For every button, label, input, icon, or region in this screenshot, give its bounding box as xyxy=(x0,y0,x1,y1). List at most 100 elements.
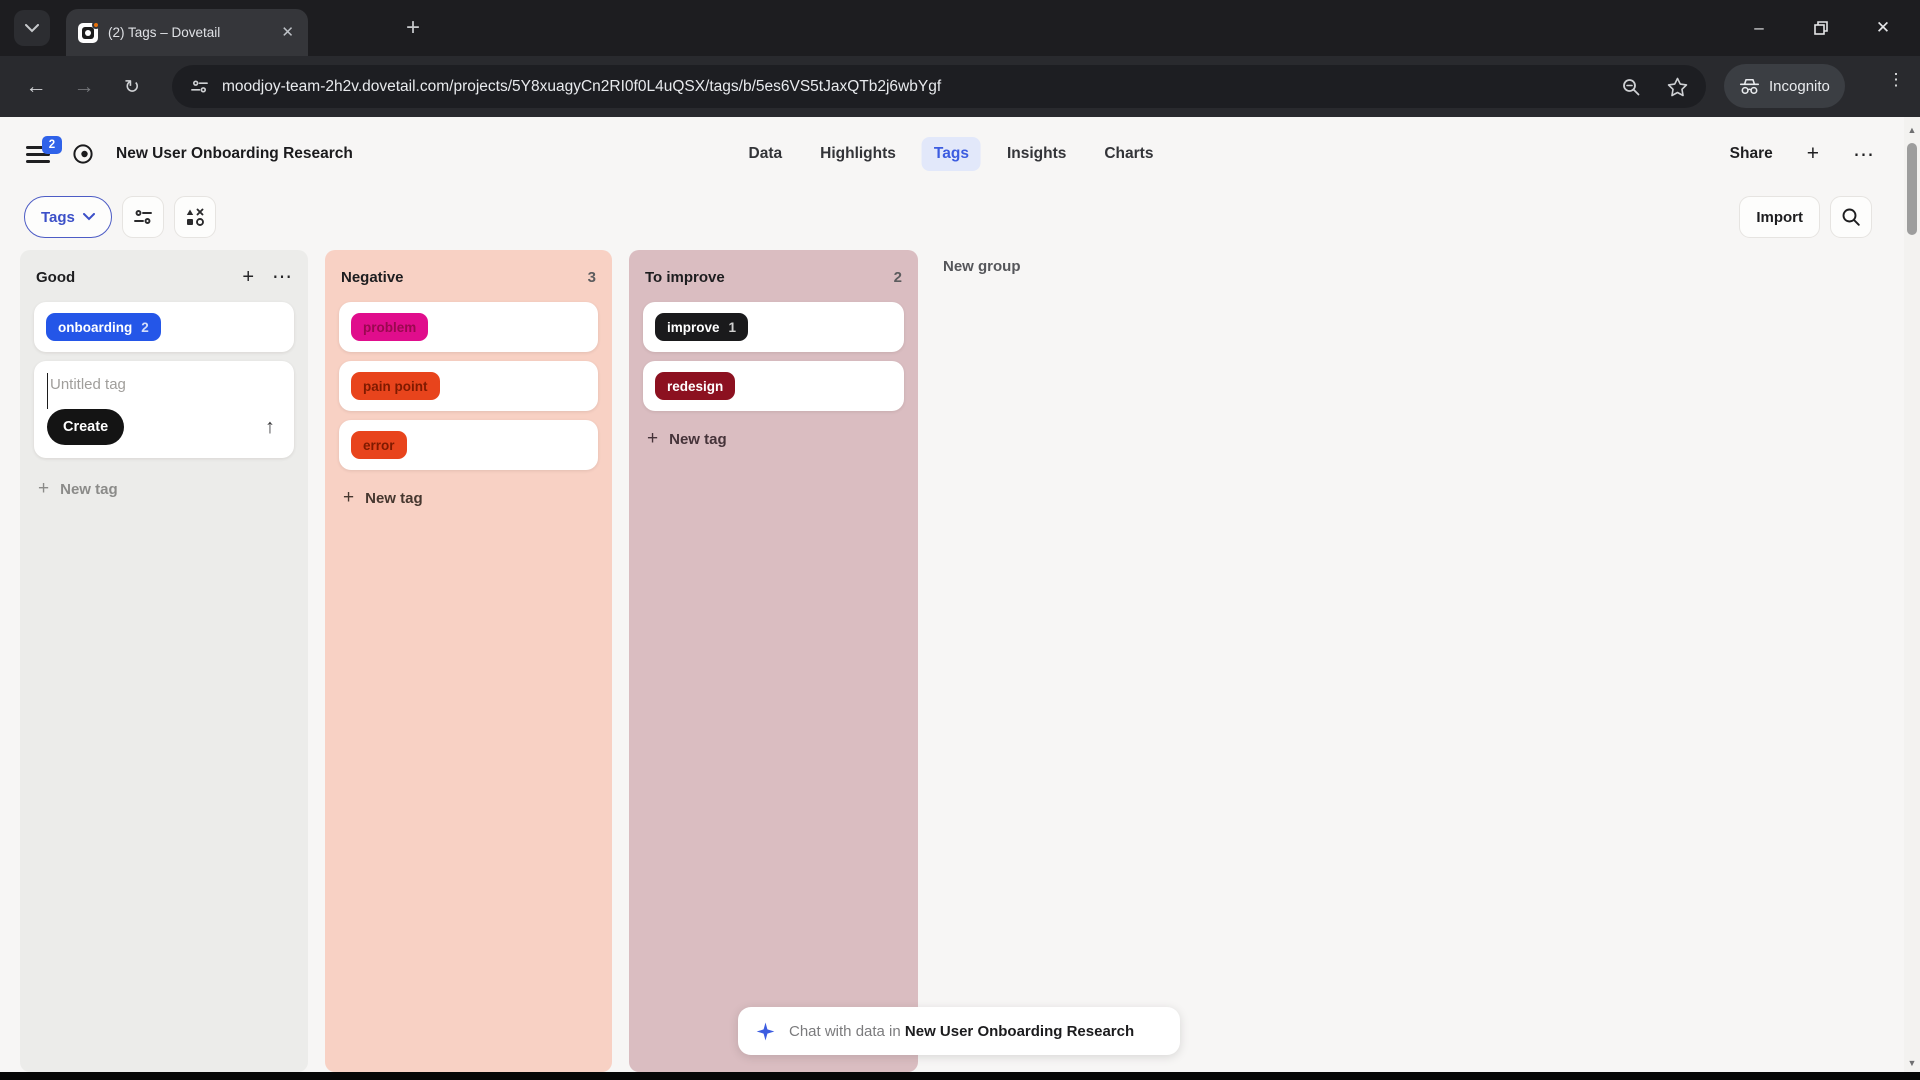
board-toolbar: Tags Import xyxy=(0,196,1904,240)
scroll-up-arrow[interactable]: ▲ xyxy=(1904,125,1920,135)
incognito-badge: Incognito xyxy=(1724,64,1845,108)
tag-label: onboarding xyxy=(58,319,133,335)
chevron-down-icon xyxy=(25,23,39,32)
restore-icon xyxy=(1814,21,1828,35)
minimize-button[interactable]: – xyxy=(1728,0,1790,56)
browser-tab[interactable]: (2) Tags – Dovetail ✕ xyxy=(66,9,308,56)
group-count: 3 xyxy=(587,268,596,286)
add-tag-icon[interactable]: + xyxy=(242,267,254,287)
group-name: Negative xyxy=(341,268,404,286)
browser-menu-icon[interactable]: ⋮ xyxy=(1884,70,1908,90)
search-button[interactable] xyxy=(1830,196,1872,238)
notification-dot xyxy=(92,20,100,29)
tag-pill-redesign[interactable]: redesign xyxy=(655,372,736,400)
tag-label: error xyxy=(363,437,395,453)
shapes-icon xyxy=(186,208,204,226)
nav-tab-highlights[interactable]: Highlights xyxy=(808,137,908,171)
dovetail-favicon xyxy=(78,20,100,43)
tab-search-button[interactable] xyxy=(14,10,50,46)
tag-card[interactable]: redesign xyxy=(643,361,904,411)
tag-label: problem xyxy=(363,319,417,335)
restore-button[interactable] xyxy=(1790,0,1852,56)
group-count: 2 xyxy=(893,268,902,286)
group-name: To improve xyxy=(645,268,725,286)
import-label: Import xyxy=(1756,208,1803,226)
forward-button[interactable]: → xyxy=(70,73,98,101)
tag-pill-pain-point[interactable]: pain point xyxy=(351,372,440,400)
nav-tab-charts[interactable]: Charts xyxy=(1092,137,1165,171)
screen-bottom-edge xyxy=(0,1072,1920,1080)
app-header: 2 New User Onboarding Research Data High… xyxy=(0,117,1904,191)
new-tag-label: New tag xyxy=(365,489,423,507)
site-settings-icon[interactable] xyxy=(190,77,209,96)
plus-icon: + xyxy=(343,487,355,508)
more-options-icon[interactable]: ⋯ xyxy=(1853,142,1874,167)
tag-group-negative: Negative 3 problem pain point error + Ne… xyxy=(325,250,612,1072)
display-settings-button[interactable] xyxy=(121,196,164,238)
project-title: New User Onboarding Research xyxy=(116,145,353,162)
new-tag-label: New tag xyxy=(669,430,727,448)
group-name: Good xyxy=(36,268,76,286)
tag-pill-problem[interactable]: problem xyxy=(351,313,429,341)
new-tag-button-to-improve[interactable]: + New tag xyxy=(643,420,904,458)
create-button[interactable]: Create xyxy=(47,409,125,445)
url-text: moodjoy-team-2h2v.dovetail.com/projects/… xyxy=(222,77,942,95)
share-button[interactable]: Share xyxy=(1730,145,1773,163)
reload-button[interactable]: ↻ xyxy=(118,73,146,101)
view-selector-dropdown[interactable]: Tags xyxy=(24,196,112,238)
plus-icon: + xyxy=(38,478,50,499)
scroll-down-arrow[interactable]: ▼ xyxy=(1904,1058,1920,1068)
chat-project-name: New User Onboarding Research xyxy=(904,1022,1135,1040)
sparkle-icon xyxy=(756,1021,775,1041)
tag-card[interactable]: improve 1 xyxy=(643,302,904,352)
tag-card[interactable]: onboarding 2 xyxy=(34,302,294,352)
nav-tab-insights[interactable]: Insights xyxy=(995,137,1078,171)
browser-titlebar: (2) Tags – Dovetail ✕ + – ✕ xyxy=(0,0,1920,56)
tag-card[interactable]: problem xyxy=(339,302,598,352)
incognito-icon xyxy=(1739,78,1760,94)
project-icon xyxy=(73,144,93,164)
tag-pill-onboarding[interactable]: onboarding 2 xyxy=(46,313,161,341)
new-tag-label: New tag xyxy=(60,480,118,498)
chat-with-data-bar[interactable]: Chat with data in New User Onboarding Re… xyxy=(738,1007,1180,1055)
tag-pill-error[interactable]: error xyxy=(351,431,407,459)
project-nav: Data Highlights Tags Insights Charts xyxy=(737,117,1166,191)
import-button[interactable]: Import xyxy=(1739,196,1820,238)
submit-arrow-icon[interactable]: ↑ xyxy=(265,416,281,439)
group-more-icon[interactable]: ⋯ xyxy=(272,267,292,287)
main-menu-button[interactable]: 2 xyxy=(26,135,62,163)
back-button[interactable]: ← xyxy=(22,73,50,101)
tab-close-icon[interactable]: ✕ xyxy=(279,23,296,42)
view-selector-label: Tags xyxy=(41,208,75,226)
address-bar[interactable]: moodjoy-team-2h2v.dovetail.com/projects/… xyxy=(172,65,1706,108)
zoom-page-icon[interactable] xyxy=(1621,77,1641,97)
chat-prefix: Chat with data in xyxy=(789,1022,901,1040)
untitled-tag-input[interactable] xyxy=(47,373,281,409)
bookmark-star-icon[interactable] xyxy=(1667,77,1688,97)
scrollbar-thumb[interactable] xyxy=(1907,143,1917,235)
tab-title: (2) Tags – Dovetail xyxy=(108,25,221,40)
new-tag-editor[interactable]: Create ↑ xyxy=(34,361,294,458)
new-group-button[interactable]: New group xyxy=(943,258,1021,275)
search-icon xyxy=(1842,208,1860,226)
new-tab-button[interactable]: + xyxy=(398,13,428,43)
menu-badge: 2 xyxy=(42,135,62,154)
new-tag-button-negative[interactable]: + New tag xyxy=(339,479,598,517)
close-button[interactable]: ✕ xyxy=(1852,0,1914,56)
new-tag-button-good[interactable]: + New tag xyxy=(34,470,294,508)
add-icon[interactable]: + xyxy=(1807,142,1819,166)
tag-group-to-improve: To improve 2 improve 1 redesign + New ta… xyxy=(629,250,918,1072)
tag-card[interactable]: pain point xyxy=(339,361,598,411)
window-controls: – ✕ xyxy=(1728,0,1914,56)
page-scrollbar[interactable]: ▲ ▼ xyxy=(1904,117,1920,1080)
tag-label: redesign xyxy=(667,378,724,394)
nav-tab-tags[interactable]: Tags xyxy=(921,137,981,171)
nav-tab-data[interactable]: Data xyxy=(737,137,795,171)
sort-group-button[interactable] xyxy=(173,196,216,238)
browser-url-row: ← → ↻ moodjoy-team-2h2v.dovetail.com/pro… xyxy=(0,56,1920,117)
chat-bar-text: Chat with data in New User Onboarding Re… xyxy=(789,1023,1134,1040)
tag-pill-improve[interactable]: improve 1 xyxy=(655,313,749,341)
tag-card[interactable]: error xyxy=(339,420,598,470)
incognito-label: Incognito xyxy=(1769,77,1830,95)
tag-label: pain point xyxy=(363,378,428,394)
